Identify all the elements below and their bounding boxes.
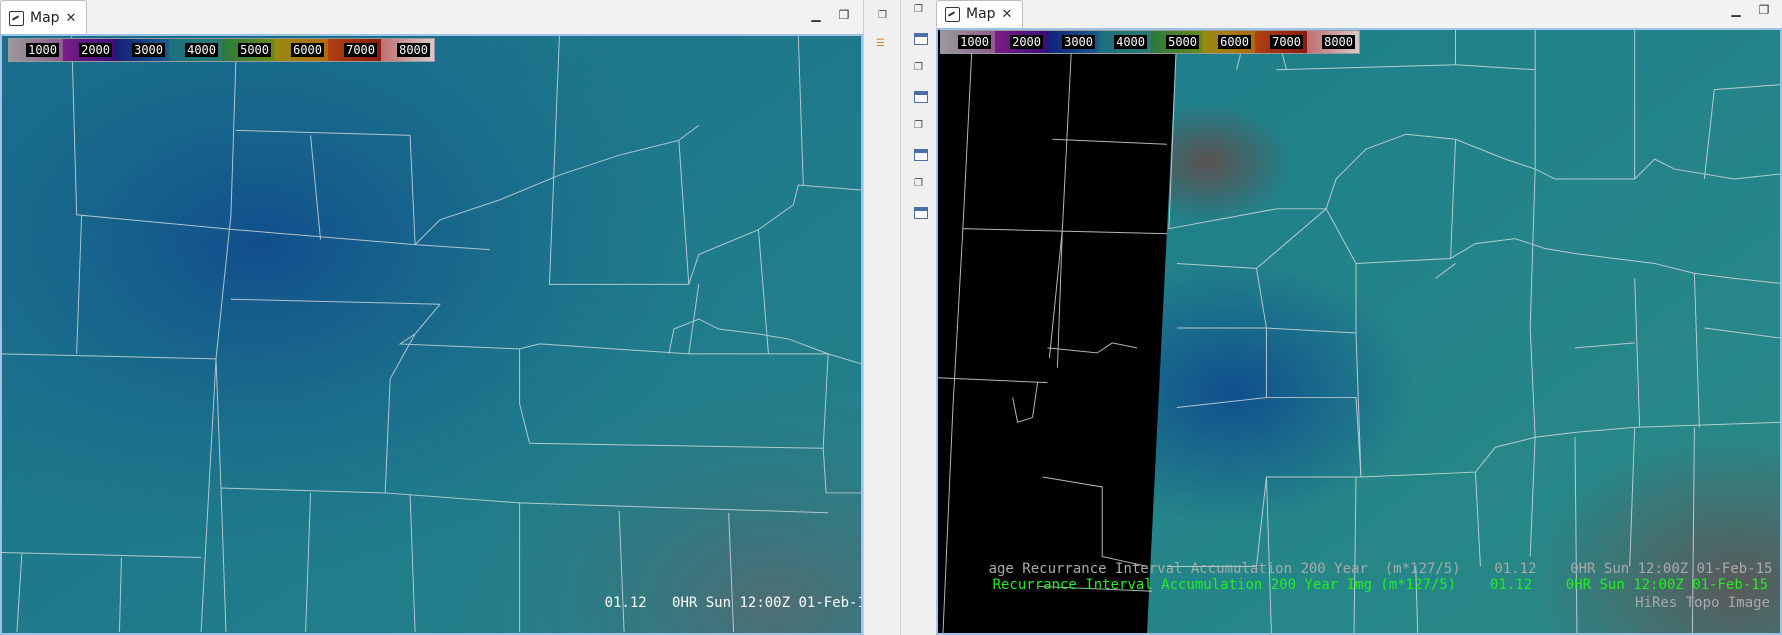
colorbar-label: 7000	[1270, 35, 1303, 49]
restore-icon[interactable]: ❐	[914, 178, 923, 189]
close-icon[interactable]: ✕	[66, 11, 77, 26]
restore-icon[interactable]: ❐	[836, 7, 852, 23]
right-legend-line-3: HiRes Topo Image	[1585, 579, 1770, 627]
left-map-image	[2, 36, 861, 633]
minimized-views-sidebar: ❐ ☰ ❐ ❐ ❐ ❐	[863, 0, 938, 635]
colorbar-label: 6000	[1218, 35, 1251, 49]
minimize-icon[interactable]: ▁	[1728, 2, 1744, 18]
colorbar-segment: 6000	[275, 39, 328, 61]
minimized-view-icon[interactable]	[914, 149, 928, 161]
restore-icon[interactable]: ❐	[1756, 2, 1772, 18]
colorbar-label: 4000	[1114, 35, 1147, 49]
colorbar-label: 6000	[291, 43, 324, 57]
colorbar-segment: 1000	[941, 31, 995, 53]
restore-icon[interactable]: ❐	[914, 4, 923, 15]
colorbar-segment: 4000	[169, 39, 222, 61]
left-status-time: 0HR Sun 12:00Z 01-Feb-15	[672, 595, 863, 611]
map-view-icon	[9, 10, 24, 26]
colorbar-segment: 5000	[1151, 31, 1203, 53]
colorbar-label: 5000	[1166, 35, 1199, 49]
colorbar-label: 8000	[1322, 35, 1355, 49]
right-map-canvas[interactable]: 1000 2000 3000 4000 5000 6000 7000 8000 …	[936, 28, 1782, 635]
minimized-view-icon[interactable]	[914, 33, 928, 45]
colorbar-label: 5000	[238, 43, 271, 57]
map-view-icon	[945, 6, 960, 22]
sidebar-divider	[900, 0, 901, 635]
colorbar-segment: 2000	[995, 31, 1047, 53]
colorbar-segment: 5000	[222, 39, 275, 61]
right-map-tab[interactable]: Map ✕	[936, 0, 1024, 27]
colorbar-label: 8000	[397, 43, 430, 57]
colorbar-label: 7000	[344, 43, 377, 57]
legend-product-name: Recurrance Interval Accumulation 200 Yea…	[992, 577, 1457, 593]
colorbar-label: 3000	[132, 43, 165, 57]
colorbar-label: 3000	[1062, 35, 1095, 49]
left-status-readout: 01.12 0HR Sun 12:00Z 01-Feb-15	[554, 579, 863, 627]
colorbar-label: 2000	[79, 43, 112, 57]
colorbar-label: 4000	[185, 43, 218, 57]
colorbar-segment: 8000	[1307, 31, 1359, 53]
left-map-pane: Map ✕ ▁ ❐ 1000 2000 3000 4000 5000 6000 …	[0, 0, 863, 635]
left-tab-label: Map	[30, 10, 60, 26]
restore-icon[interactable]: ❐	[914, 120, 923, 131]
left-status-value: 01.12	[604, 595, 647, 611]
right-map-pane: Map ✕ ▁ ❐ 1000 2000 3000 4000 5000 6000 …	[936, 0, 1782, 635]
right-map-image	[938, 30, 1780, 633]
layers-icon[interactable]: ☰	[876, 38, 885, 49]
colorbar-segment: 4000	[1099, 31, 1151, 53]
minimized-view-icon[interactable]	[914, 91, 928, 103]
colorbar-segment: 8000	[381, 39, 434, 61]
right-tab-label: Map	[966, 6, 996, 22]
colorbar-label: 1000	[26, 43, 59, 57]
restore-icon[interactable]: ❐	[914, 62, 923, 73]
left-colorbar: 1000 2000 3000 4000 5000 6000 7000 8000	[8, 38, 435, 62]
colorbar-label: 1000	[958, 35, 991, 49]
colorbar-segment: 3000	[1047, 31, 1099, 53]
close-icon[interactable]: ✕	[1002, 7, 1013, 22]
left-map-canvas[interactable]: 1000 2000 3000 4000 5000 6000 7000 8000 …	[0, 34, 863, 635]
colorbar-label: 2000	[1010, 35, 1043, 49]
left-tab-bar: Map ✕ ▁ ❐	[0, 0, 863, 35]
colorbar-segment: 7000	[1255, 31, 1307, 53]
minimized-view-icon[interactable]	[914, 207, 928, 219]
colorbar-segment: 2000	[63, 39, 116, 61]
colorbar-segment: 6000	[1203, 31, 1255, 53]
colorbar-segment: 1000	[9, 39, 63, 61]
minimize-icon[interactable]: ▁	[808, 7, 824, 23]
legend-value: 01.12	[1489, 577, 1533, 593]
left-map-tab[interactable]: Map ✕	[0, 0, 88, 35]
colorbar-segment: 7000	[328, 39, 381, 61]
legend-topo-label: HiRes Topo Image	[1635, 595, 1770, 611]
right-tab-bar: Map ✕ ▁ ❐	[936, 0, 1782, 29]
colorbar-segment: 3000	[116, 39, 169, 61]
right-colorbar: 1000 2000 3000 4000 5000 6000 7000 8000	[940, 30, 1360, 54]
restore-icon[interactable]: ❐	[878, 10, 887, 21]
